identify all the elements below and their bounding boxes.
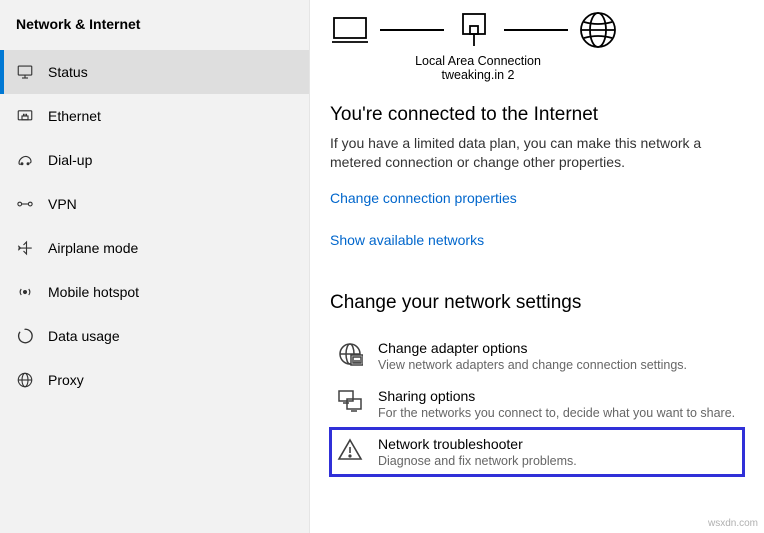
setting-desc: View network adapters and change connect… [378, 358, 687, 372]
proxy-icon [16, 371, 34, 389]
setting-desc: For the networks you connect to, decide … [378, 406, 735, 420]
setting-title: Sharing options [378, 388, 735, 404]
datausage-icon [16, 327, 34, 345]
status-icon [16, 63, 34, 81]
router-icon [454, 12, 494, 48]
diagram-line [380, 29, 444, 31]
sidebar-item-label: Airplane mode [48, 240, 138, 256]
network-diagram [330, 10, 744, 50]
change-adapter-options[interactable]: Change adapter options View network adap… [330, 332, 744, 380]
connected-heading: You're connected to the Internet [330, 104, 744, 126]
sidebar-item-airplane[interactable]: Airplane mode [0, 226, 309, 270]
setting-title: Network troubleshooter [378, 436, 577, 452]
ethernet-icon [16, 107, 34, 125]
change-connection-properties-link[interactable]: Change connection properties [330, 190, 517, 206]
sidebar-item-label: Data usage [48, 328, 120, 344]
sidebar-item-status[interactable]: Status [0, 50, 309, 94]
dialup-icon [16, 151, 34, 169]
sidebar-item-label: Dial-up [48, 152, 92, 168]
main-content: Local Area Connection tweaking.in 2 You'… [310, 0, 764, 533]
globe-icon [578, 10, 618, 50]
sidebar-item-vpn[interactable]: VPN [0, 182, 309, 226]
airplane-icon [16, 239, 34, 257]
vpn-icon [16, 195, 34, 213]
sidebar-item-hotspot[interactable]: Mobile hotspot [0, 270, 309, 314]
troubleshooter-icon [336, 436, 364, 464]
setting-desc: Diagnose and fix network problems. [378, 454, 577, 468]
sidebar-item-ethernet[interactable]: Ethernet [0, 94, 309, 138]
watermark: wsxdn.com [708, 518, 758, 529]
sidebar-item-label: VPN [48, 196, 77, 212]
pc-icon [330, 14, 370, 46]
sidebar-title: Network & Internet [0, 10, 309, 50]
sidebar-item-label: Ethernet [48, 108, 101, 124]
sidebar-item-label: Status [48, 64, 88, 80]
sidebar-item-datausage[interactable]: Data usage [0, 314, 309, 358]
adapter-icon [336, 340, 364, 368]
diagram-caption-line1: Local Area Connection [330, 54, 626, 68]
sharing-options[interactable]: Sharing options For the networks you con… [330, 380, 744, 428]
sidebar-item-label: Mobile hotspot [48, 284, 139, 300]
diagram-caption-line2: tweaking.in 2 [330, 68, 626, 82]
network-troubleshooter[interactable]: Network troubleshooter Diagnose and fix … [330, 428, 744, 476]
diagram-caption: Local Area Connection tweaking.in 2 [330, 54, 626, 82]
diagram-line [504, 29, 568, 31]
sidebar-item-dialup[interactable]: Dial-up [0, 138, 309, 182]
setting-title: Change adapter options [378, 340, 687, 356]
change-settings-heading: Change your network settings [330, 292, 744, 314]
sidebar-item-proxy[interactable]: Proxy [0, 358, 309, 402]
show-available-networks-link[interactable]: Show available networks [330, 232, 484, 248]
hotspot-icon [16, 283, 34, 301]
sidebar-item-label: Proxy [48, 372, 84, 388]
sharing-icon [336, 388, 364, 416]
sidebar: Network & Internet Status Ethernet Dial-… [0, 0, 310, 533]
connected-body: If you have a limited data plan, you can… [330, 134, 744, 172]
